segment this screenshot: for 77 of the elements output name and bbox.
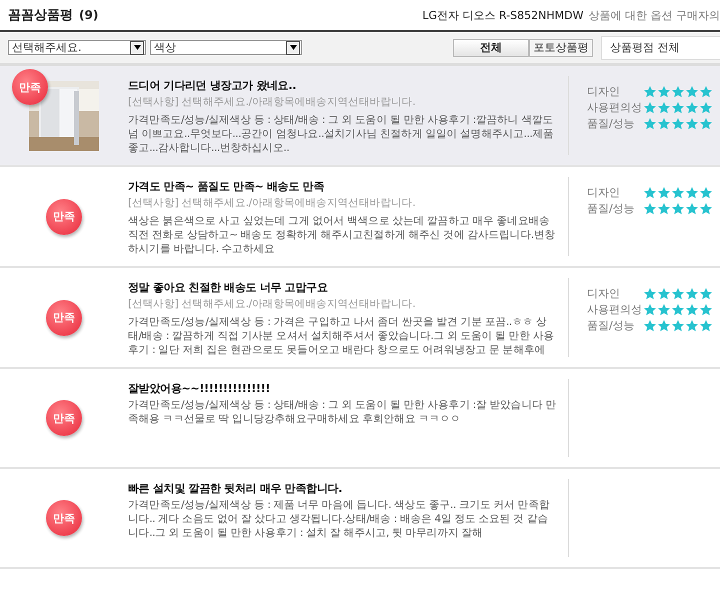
star-icon — [699, 202, 713, 216]
review-text: 가격만족도/성능/실제색상 등 : 가격은 구입하고 나서 좀더 싼곳을 발견 기분 포끔..ㅎㅎ 상태/배송 : 깔끔하게 직접 기사분 오셔서 설치해주셔서 좋았습니다.그 외 도움이 될 만한 사용후기 : 일단 저희 집은 현관으로도 못들어오고 배란다 창으로도 어려워냉장고 문 분해후에 — [128, 315, 556, 357]
rating-label: 품질/성능 — [587, 201, 636, 216]
review-title[interactable]: 잘받았어용~~!!!!!!!!!!!!!!! — [128, 381, 558, 396]
star-icon — [671, 186, 685, 200]
header-note: 상품에 대한 옵션 구매자의 — [588, 8, 720, 22]
star-icon — [643, 186, 657, 200]
star-icon — [699, 318, 713, 332]
satisfaction-badge: 만족 — [46, 198, 82, 234]
satisfaction-badge: 만족 — [46, 300, 82, 336]
rating-label: 디자인 — [587, 84, 621, 99]
star-icon — [643, 84, 657, 98]
star-icon — [685, 84, 699, 98]
star-icon — [699, 186, 713, 200]
review-option: [선택사항] 선택해주세요./아래항목에배송지역선태바랍니다. — [128, 196, 558, 210]
rating-label: 품질/성능 — [587, 318, 636, 333]
caret-icon — [134, 45, 140, 50]
rating-label: 사용편의성 — [587, 100, 643, 115]
star-icon — [685, 100, 699, 114]
star-icon — [657, 302, 671, 316]
rating-label: 디자인 — [587, 185, 621, 200]
filter-tab[interactable]: 전체 — [453, 38, 529, 56]
satisfaction-badge: 만족 — [46, 500, 82, 536]
section-title: 꼼꼼상품평 — [8, 8, 73, 23]
review-text: 색상은 붉은색으로 사고 싶었는데 그게 없어서 백색으로 샀는데 깔끔하고 매우 좋네요배송 직전 전화로 상담하고~ 배송도 정확하게 해주시고친절하게 해주신 것에 감사드립니다.변창하시기를 바랍니다. 수고하세요 — [128, 214, 556, 256]
review-count: (9) — [79, 8, 98, 22]
rating-select[interactable]: 상품평점 전체 — [601, 36, 720, 60]
star-icon — [671, 100, 685, 114]
review-option: [선택사항] 선택해주세요./아래항목에배송지역선태바랍니다. — [128, 297, 558, 311]
review-title[interactable]: 빠른 설치및 깔끔한 뒷처리 매우 만족합니다. — [128, 481, 558, 496]
rating-label: 디자인 — [587, 286, 621, 301]
star-icon — [671, 302, 685, 316]
star-icon — [671, 286, 685, 300]
satisfaction-badge: 만족 — [12, 69, 48, 105]
star-icon — [657, 186, 671, 200]
star-icon — [657, 116, 671, 130]
review-option: [선택사항] 선택해주세요./아래항목에배송지역선태바랍니다. — [128, 95, 558, 109]
review-text: 가격만족도/성능/실제색상 등 : 상태/배송 : 그 외 도움이 될 만한 사용후기 :깔끔하니 색깔도 넘 이쁘고요..무엇보다...공간이 엄청나요..설치기사님 친절하게 일일이 설명해주시고...제품좋고...감사합니다...번창하십시오.. — [128, 113, 555, 155]
star-icon — [643, 318, 657, 332]
star-icon — [657, 202, 671, 216]
review-title[interactable]: 정말 좋아요 친절한 배송도 너무 고맙구요 — [128, 280, 558, 295]
star-icon — [671, 318, 685, 332]
star-icon — [699, 84, 713, 98]
star-icon — [685, 202, 699, 216]
star-icon — [657, 286, 671, 300]
star-icon — [657, 84, 671, 98]
star-icon — [685, 318, 699, 332]
star-icon — [699, 302, 713, 316]
star-icon — [643, 100, 657, 114]
review-text: 가격만족도/성능/실제색상 등 : 상태/배송 : 그 외 도움이 될 만한 사용후기 :잘 받았습니다 만족해용 ㅋㅋ선물로 딱 입니당강추해요구매하세요 후회안해요 ㅋㅋㅇㅇ — [128, 398, 558, 426]
star-icon — [643, 286, 657, 300]
star-icon — [643, 202, 657, 216]
filter-tab[interactable]: 포토상품평 — [529, 38, 593, 56]
review-text: 가격만족도/성능/실제색상 등 : 제품 너무 마음에 듭니다. 색상도 좋구.. 크기도 커서 만족합니다.. 게다 소음도 없어 잘 샀다고 생각됩니다.상태/배송 : 배송은 4일 정도 소요된 것 같습니다..그 외 도움이 될 만한 사용후기 : 설치 잘 해주시고, 뒷 마무리까지 잘해 — [128, 498, 551, 540]
star-icon — [685, 186, 699, 200]
star-icon — [671, 84, 685, 98]
star-icon — [699, 286, 713, 300]
rating-label: 품질/성능 — [587, 116, 636, 131]
star-icon — [685, 116, 699, 130]
star-icon — [699, 100, 713, 114]
option-select[interactable]: 선택해주세요. — [8, 40, 146, 55]
star-icon — [643, 302, 657, 316]
review-title[interactable]: 가격도 만족~ 품질도 만족~ 배송도 만족 — [128, 179, 558, 194]
star-icon — [671, 116, 685, 130]
star-icon — [699, 116, 713, 130]
review-title[interactable]: 드디어 기다리던 냉장고가 왔네요.. — [128, 78, 558, 93]
star-icon — [657, 318, 671, 332]
caret-icon — [290, 45, 296, 50]
rating-label: 사용편의성 — [587, 302, 643, 317]
star-icon — [685, 286, 699, 300]
star-icon — [671, 202, 685, 216]
star-icon — [685, 302, 699, 316]
satisfaction-badge: 만족 — [46, 400, 82, 436]
color-select[interactable]: 색상 — [150, 40, 302, 55]
star-icon — [657, 100, 671, 114]
product-name: LG전자 디오스 R-S852NHMDW — [422, 8, 584, 22]
star-icon — [643, 116, 657, 130]
